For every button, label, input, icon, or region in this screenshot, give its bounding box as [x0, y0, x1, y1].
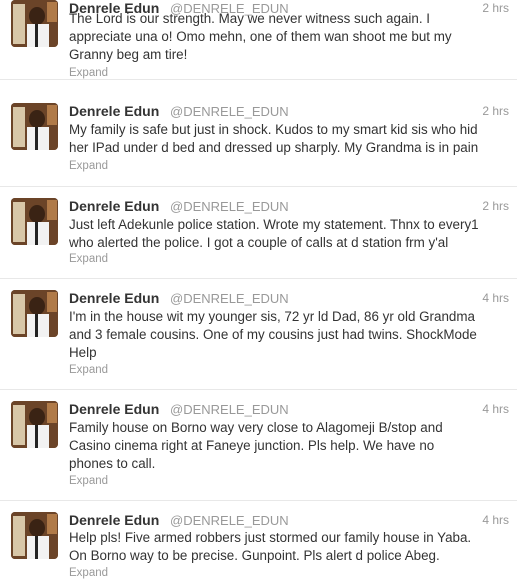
avatar-photo — [11, 512, 58, 559]
tweet-author-username[interactable]: @DENRELE_EDUN — [170, 104, 289, 119]
tweet-text: I'm in the house wit my younger sis, 72 … — [69, 309, 477, 360]
tweet-item[interactable]: Denrele Edun @DENRELE_EDUN 2 hrs Just le… — [0, 187, 517, 279]
tweet-text: My family is safe but just in shock. Kud… — [69, 122, 479, 155]
tweet-author-name[interactable]: Denrele Edun — [69, 290, 159, 306]
tweet-item[interactable]: Denrele Edun @DENRELE_EDUN 2 hrs My fami… — [0, 92, 517, 187]
avatar-photo — [11, 198, 58, 245]
expand-link[interactable]: Expand — [69, 160, 108, 172]
tweet-author-name[interactable]: Denrele Edun — [69, 103, 159, 119]
tweet-text: Family house on Borno way very close to … — [69, 420, 443, 471]
expand-link[interactable]: Expand — [69, 364, 108, 376]
avatar[interactable] — [11, 512, 58, 559]
avatar[interactable] — [11, 103, 58, 150]
avatar[interactable] — [11, 0, 58, 47]
avatar[interactable] — [11, 290, 58, 337]
tweet-text: Help pls! Five armed robbers just storme… — [69, 530, 472, 563]
tweet-timestamp[interactable]: 2 hrs — [482, 199, 509, 213]
tweet-author-username[interactable]: @DENRELE_EDUN — [170, 199, 289, 214]
tweet-timestamp[interactable]: 4 hrs — [482, 291, 509, 305]
expand-link[interactable]: Expand — [69, 253, 108, 265]
avatar-photo — [11, 401, 58, 448]
tweet-item[interactable]: Denrele Edun @DENRELE_EDUN 4 hrs Family … — [0, 390, 517, 501]
tweet-author-username[interactable]: @DENRELE_EDUN — [170, 291, 289, 306]
expand-link[interactable]: Expand — [69, 67, 108, 79]
tweet-item[interactable]: Denrele Edun @DENRELE_EDUN 2 hrs The Lor… — [0, 0, 517, 80]
tweet-timestamp[interactable]: 4 hrs — [482, 513, 509, 527]
avatar-photo — [11, 0, 58, 47]
tweet-author-name[interactable]: Denrele Edun — [69, 198, 159, 214]
tweet-text: The Lord is our strength. May we never w… — [69, 11, 452, 62]
avatar-photo — [11, 103, 58, 150]
tweet-text: Just left Adekunle police station. Wrote… — [69, 217, 479, 250]
expand-link[interactable]: Expand — [69, 567, 108, 579]
tweet-author-username[interactable]: @DENRELE_EDUN — [170, 513, 289, 528]
expand-link[interactable]: Expand — [69, 475, 108, 487]
tweet-item[interactable]: Denrele Edun @DENRELE_EDUN 4 hrs I'm in … — [0, 279, 517, 390]
tweet-author-name[interactable]: Denrele Edun — [69, 512, 159, 528]
avatar-photo — [11, 290, 58, 337]
tweet-timestamp[interactable]: 2 hrs — [482, 104, 509, 118]
avatar[interactable] — [11, 401, 58, 448]
tweet-timestamp[interactable]: 4 hrs — [482, 402, 509, 416]
avatar[interactable] — [11, 198, 58, 245]
tweet-author-name[interactable]: Denrele Edun — [69, 401, 159, 417]
tweet-item[interactable]: Denrele Edun @DENRELE_EDUN 4 hrs Help pl… — [0, 501, 517, 579]
tweet-author-username[interactable]: @DENRELE_EDUN — [170, 402, 289, 417]
